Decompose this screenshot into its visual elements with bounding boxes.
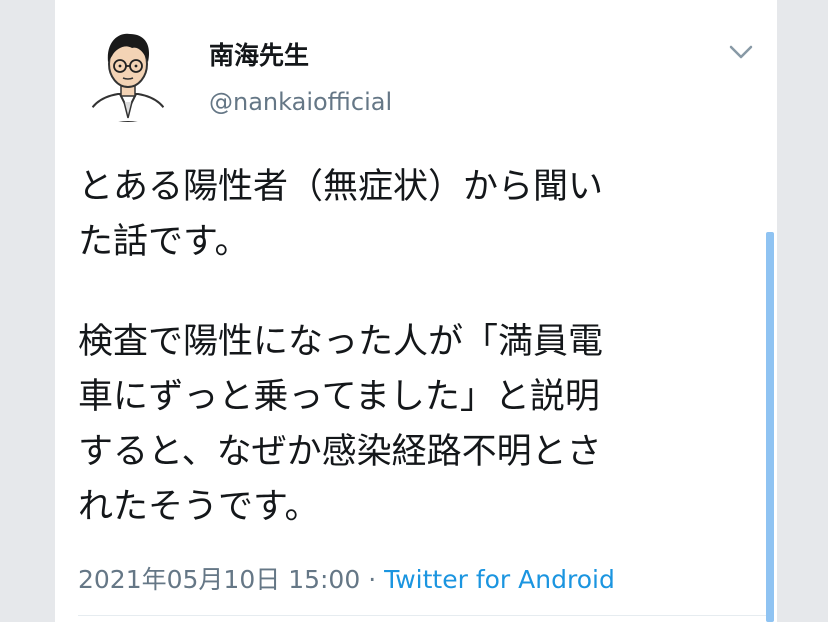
tweet-line: た話です。	[78, 222, 250, 262]
tweet-line: とある陽性者（無症状）から聞い	[78, 167, 604, 207]
illustrated-man-with-glasses-avatar-icon	[78, 22, 178, 122]
timestamp[interactable]: 2021年05月10日 15:00	[78, 565, 360, 594]
avatar[interactable]	[78, 22, 178, 122]
tweet-line: すると、なぜか感染経路不明とさ	[78, 432, 602, 472]
screen: 南海先生 @nankaiofficial とある陽性者（無症状）から聞い た話で…	[0, 0, 828, 622]
tweet-line: 車にずっと乗ってました」と説明	[78, 377, 600, 417]
tweet-meta: 2021年05月10日 15:00 · Twitter for Android	[78, 560, 615, 596]
tweet-line: 検査で陽性になった人が「満員電	[78, 322, 604, 362]
divider	[78, 615, 766, 616]
display-name[interactable]: 南海先生	[209, 36, 309, 72]
source-link[interactable]: Twitter for Android	[384, 565, 615, 594]
meta-separator: ·	[360, 565, 385, 594]
tweet-line: れたそうです。	[78, 487, 320, 527]
user-handle[interactable]: @nankaiofficial	[209, 88, 392, 116]
tweet-text: とある陽性者（無症状）から聞い た話です。 検査で陽性になった人が「満員電 車に…	[78, 160, 768, 535]
chevron-down-icon[interactable]	[728, 44, 754, 60]
